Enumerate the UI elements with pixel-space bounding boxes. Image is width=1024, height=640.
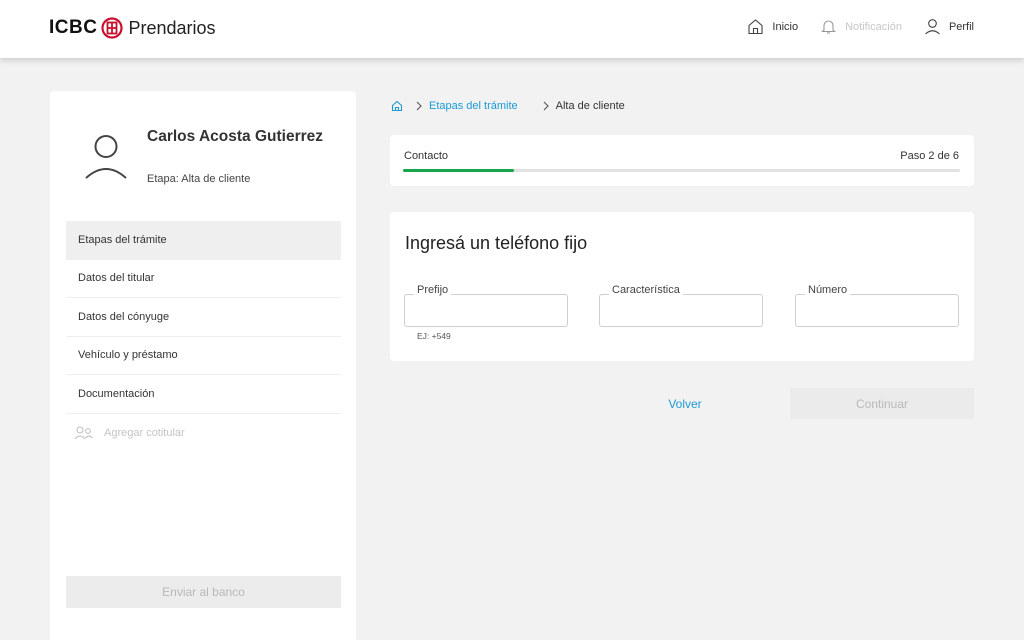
sidebar-item-etapas[interactable]: Etapas del trámite	[66, 221, 341, 260]
send-to-bank-button[interactable]: Enviar al banco	[66, 576, 341, 608]
add-cotitular-label: Agregar cotitular	[104, 426, 185, 439]
add-cotitular-button[interactable]: Agregar cotitular	[66, 414, 341, 453]
user-name: Carlos Acosta Gutierrez	[147, 128, 324, 145]
sidebar-item-conyuge[interactable]: Datos del cónyuge	[66, 298, 341, 337]
progress-card: Contacto Paso 2 de 6	[390, 135, 974, 186]
phone-form-card: Ingresá un teléfono fijo Prefijo EJ: +54…	[390, 212, 974, 361]
sidebar: Carlos Acosta Gutierrez Etapa: Alta de c…	[50, 91, 356, 640]
number-input[interactable]	[796, 295, 958, 326]
sidebar-menu: Etapas del trámite Datos del titular Dat…	[66, 221, 341, 452]
nav-notifications-label: Notificación	[845, 20, 902, 33]
number-field[interactable]	[795, 294, 959, 327]
logo-brand: ICBC	[49, 17, 98, 38]
nav-home[interactable]: Inicio	[747, 18, 798, 35]
user-summary: Carlos Acosta Gutierrez Etapa: Alta de c…	[50, 91, 356, 221]
nav-profile[interactable]: Perfil	[924, 18, 974, 35]
top-nav: Inicio Notificación Perfil	[725, 18, 974, 35]
progress-bar-fill	[403, 169, 515, 172]
top-bar: ICBC Prendarios Inicio Notificación Perf…	[0, 0, 1024, 58]
prefix-field[interactable]	[404, 294, 568, 327]
user-avatar-icon	[85, 135, 127, 179]
progress-bar	[403, 169, 960, 172]
user-icon	[925, 19, 940, 35]
sidebar-item-vehiculo[interactable]: Vehículo y préstamo	[66, 337, 341, 375]
breadcrumb-current: Alta de cliente	[555, 100, 625, 112]
progress-label: Contacto	[404, 150, 449, 162]
breadcrumb-etapas-link[interactable]: Etapas del trámite	[429, 100, 518, 112]
breadcrumb: Etapas del trámite Alta de cliente	[391, 100, 625, 112]
prefix-input[interactable]	[405, 295, 567, 326]
characteristic-field[interactable]	[599, 294, 763, 327]
bell-icon	[821, 20, 836, 34]
sidebar-item-titular[interactable]: Datos del titular	[66, 260, 341, 298]
back-button[interactable]: Volver	[614, 388, 756, 419]
logo[interactable]: ICBC Prendarios	[49, 17, 216, 39]
user-stage: Etapa: Alta de cliente	[147, 173, 251, 185]
prefix-hint: EJ: +549	[417, 331, 451, 341]
chevron-right-icon	[543, 101, 549, 111]
number-label: Número	[805, 284, 851, 296]
home-icon	[748, 19, 763, 35]
icbc-seal-icon	[101, 17, 124, 39]
home-breadcrumb-icon[interactable]	[391, 100, 403, 112]
nav-profile-label: Perfil	[948, 20, 974, 33]
prefix-label: Prefijo	[414, 284, 452, 296]
progress-step: Paso 2 de 6	[900, 150, 959, 162]
nav-notifications[interactable]: Notificación	[820, 18, 902, 35]
form-title: Ingresá un teléfono fijo	[405, 233, 588, 253]
add-users-icon	[74, 426, 93, 440]
chevron-right-icon	[416, 101, 422, 111]
sidebar-item-documentacion[interactable]: Documentación	[66, 375, 341, 414]
characteristic-label: Característica	[609, 284, 683, 296]
characteristic-input[interactable]	[600, 295, 762, 326]
product-name: Prendarios	[128, 17, 216, 38]
continue-button[interactable]: Continuar	[790, 388, 974, 419]
nav-home-label: Inicio	[772, 20, 799, 33]
